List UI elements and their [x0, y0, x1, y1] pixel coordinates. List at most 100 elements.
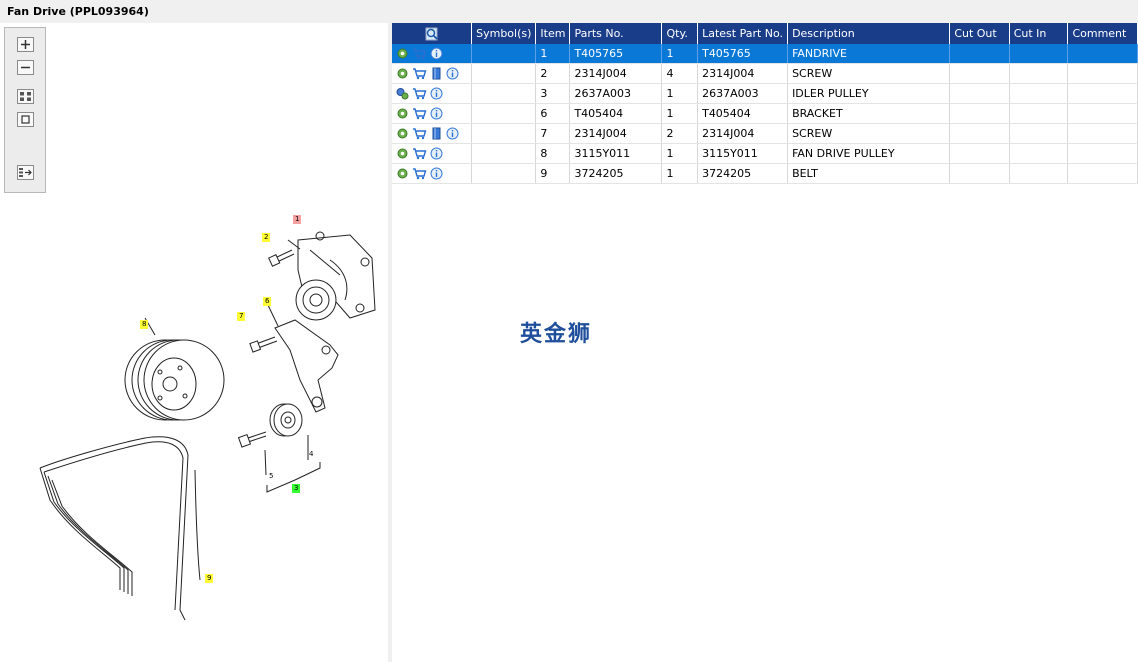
- gear-icon[interactable]: [396, 67, 409, 80]
- info-icon[interactable]: [430, 167, 443, 180]
- cart-icon[interactable]: [412, 147, 427, 160]
- fit-all-button[interactable]: [17, 89, 34, 104]
- cell-description: SCREW: [787, 63, 951, 84]
- zoom-in-button[interactable]: [17, 37, 34, 52]
- cell-qty: 1: [661, 163, 699, 184]
- callout-8[interactable]: 8: [140, 320, 149, 329]
- info-icon[interactable]: [430, 107, 443, 120]
- cell-item: 3: [535, 83, 571, 104]
- fan-drive-pulley: [124, 317, 225, 421]
- cell-cut-in: [1009, 143, 1069, 164]
- column-header-latest-part-no[interactable]: Latest Part No.: [697, 23, 789, 44]
- table-row[interactable]: 3 2637A003 1 2637A003 IDLER PULLEY: [392, 83, 1138, 104]
- table-row[interactable]: 8 3115Y011 1 3115Y011 FAN DRIVE PULLEY: [392, 143, 1138, 164]
- cart-icon[interactable]: [412, 87, 427, 100]
- fan-drive-housing: [295, 231, 376, 321]
- gear-icon[interactable]: [396, 107, 409, 120]
- cell-description: SCREW: [787, 123, 951, 144]
- callout-2[interactable]: 2: [262, 233, 271, 242]
- plus-icon: [21, 40, 30, 49]
- row-actions: [392, 143, 473, 164]
- cart-icon[interactable]: [412, 167, 427, 180]
- parts-grid: Symbol(s) Item Parts No. Qty. Latest Par…: [392, 23, 1138, 184]
- cart-icon[interactable]: [412, 47, 427, 60]
- cell-cut-out: [949, 83, 1010, 104]
- column-header-qty[interactable]: Qty.: [661, 23, 699, 44]
- list-arrow-icon: [19, 168, 32, 177]
- grid-icon: [20, 92, 31, 101]
- cell-qty: 1: [661, 44, 699, 64]
- cell-item: 8: [535, 143, 571, 164]
- book-icon[interactable]: [430, 127, 443, 140]
- header-row: Symbol(s) Item Parts No. Qty. Latest Par…: [392, 23, 1138, 44]
- cell-comment: [1067, 44, 1138, 64]
- info-icon[interactable]: [430, 87, 443, 100]
- cell-comment: [1067, 163, 1138, 184]
- cart-icon[interactable]: [412, 127, 427, 140]
- info-icon[interactable]: [446, 127, 459, 140]
- cell-cut-in: [1009, 83, 1069, 104]
- column-header-comment[interactable]: Comment: [1067, 23, 1138, 44]
- info-icon[interactable]: [430, 47, 443, 60]
- column-header-cut-out[interactable]: Cut Out: [949, 23, 1010, 44]
- book-icon[interactable]: [430, 67, 443, 80]
- gear-icon[interactable]: [396, 147, 409, 160]
- column-header-description[interactable]: Description: [787, 23, 951, 44]
- cell-latest-part-no: 2314J004: [697, 123, 789, 144]
- column-header-parts-no[interactable]: Parts No.: [569, 23, 663, 44]
- cell-item: 7: [535, 123, 571, 144]
- idler-pulley: [269, 403, 303, 437]
- column-header-tools[interactable]: [392, 23, 473, 44]
- gear-icon[interactable]: [396, 167, 409, 180]
- table-row[interactable]: 6 T405404 1 T405404 BRACKET: [392, 103, 1138, 124]
- cell-parts-no: 2637A003: [569, 83, 663, 104]
- callout-5[interactable]: 5: [267, 472, 275, 481]
- column-header-symbols[interactable]: Symbol(s): [471, 23, 537, 44]
- column-header-item[interactable]: Item: [535, 23, 571, 44]
- callout-9[interactable]: 9: [205, 574, 214, 583]
- cart-icon[interactable]: [412, 107, 427, 120]
- gear-icon[interactable]: [396, 47, 409, 60]
- double-gear-icon[interactable]: [396, 87, 409, 100]
- cell-cut-out: [949, 103, 1010, 124]
- cell-comment: [1067, 123, 1138, 144]
- cell-parts-no: 3115Y011: [569, 143, 663, 164]
- table-row[interactable]: 1 T405765 1 T405765 FANDRIVE: [392, 44, 1138, 64]
- info-icon[interactable]: [430, 147, 443, 160]
- callout-3[interactable]: 3: [292, 484, 301, 493]
- cell-comment: [1067, 83, 1138, 104]
- cell-latest-part-no: T405404: [697, 103, 789, 124]
- cell-latest-part-no: 2314J004: [697, 63, 789, 84]
- callout-1[interactable]: 1: [293, 215, 302, 224]
- screw-7: [249, 336, 278, 353]
- cell-qty: 1: [661, 83, 699, 104]
- cell-description: FANDRIVE: [787, 44, 951, 64]
- cell-latest-part-no: 2637A003: [697, 83, 789, 104]
- callout-7[interactable]: 7: [237, 312, 246, 321]
- diagram-toolbox: [4, 27, 46, 193]
- row-actions: [392, 163, 473, 184]
- toggle-list-button[interactable]: [17, 165, 34, 180]
- fit-window-button[interactable]: [17, 112, 34, 127]
- square-icon: [21, 115, 30, 124]
- cell-symbols: [471, 83, 537, 104]
- cell-parts-no: T405404: [569, 103, 663, 124]
- callout-6[interactable]: 6: [263, 297, 272, 306]
- table-row[interactable]: 2 2314J004 4 2314J004 SCREW: [392, 63, 1138, 84]
- gear-icon[interactable]: [396, 127, 409, 140]
- table-row[interactable]: 7 2314J004 2 2314J004 SCREW: [392, 123, 1138, 144]
- cell-latest-part-no: 3724205: [697, 163, 789, 184]
- cell-latest-part-no: 3115Y011: [697, 143, 789, 164]
- cell-symbols: [471, 163, 537, 184]
- cart-icon[interactable]: [412, 67, 427, 80]
- cell-comment: [1067, 103, 1138, 124]
- table-row[interactable]: 9 3724205 1 3724205 BELT: [392, 163, 1138, 184]
- cell-symbols: [471, 44, 537, 64]
- column-header-cut-in[interactable]: Cut In: [1009, 23, 1069, 44]
- cell-cut-in: [1009, 44, 1069, 64]
- zoom-out-button[interactable]: [17, 60, 34, 75]
- cell-qty: 4: [661, 63, 699, 84]
- callout-4[interactable]: 4: [307, 450, 315, 459]
- belt-9: [39, 436, 201, 621]
- info-icon[interactable]: [446, 67, 459, 80]
